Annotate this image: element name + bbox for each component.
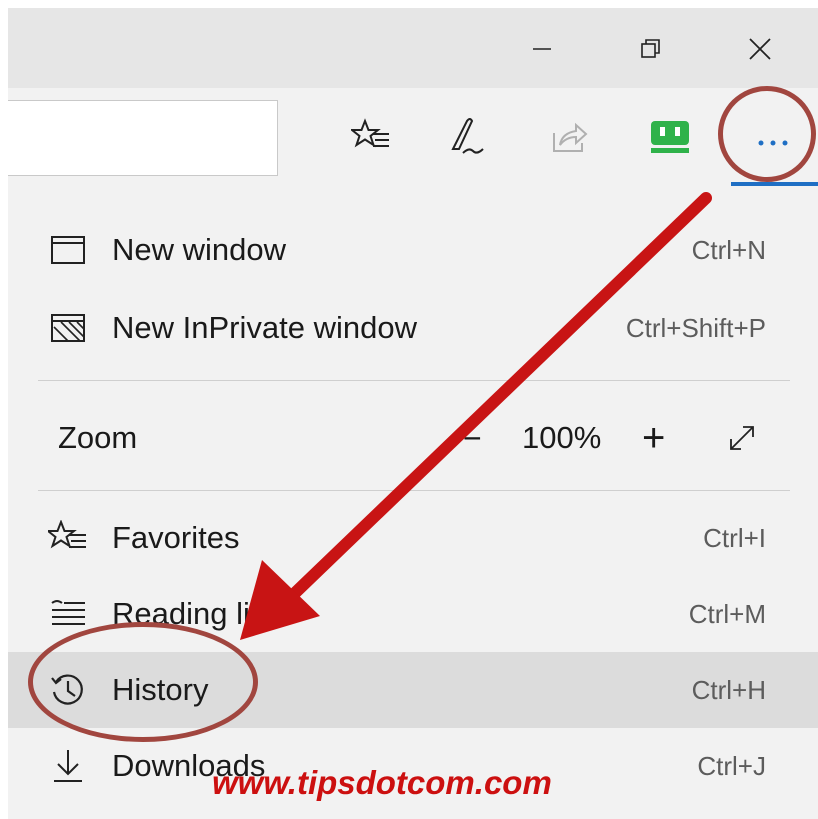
watermark-text: www.tipsdotcom.com [212,764,552,801]
annotation-arrow [240,192,712,640]
